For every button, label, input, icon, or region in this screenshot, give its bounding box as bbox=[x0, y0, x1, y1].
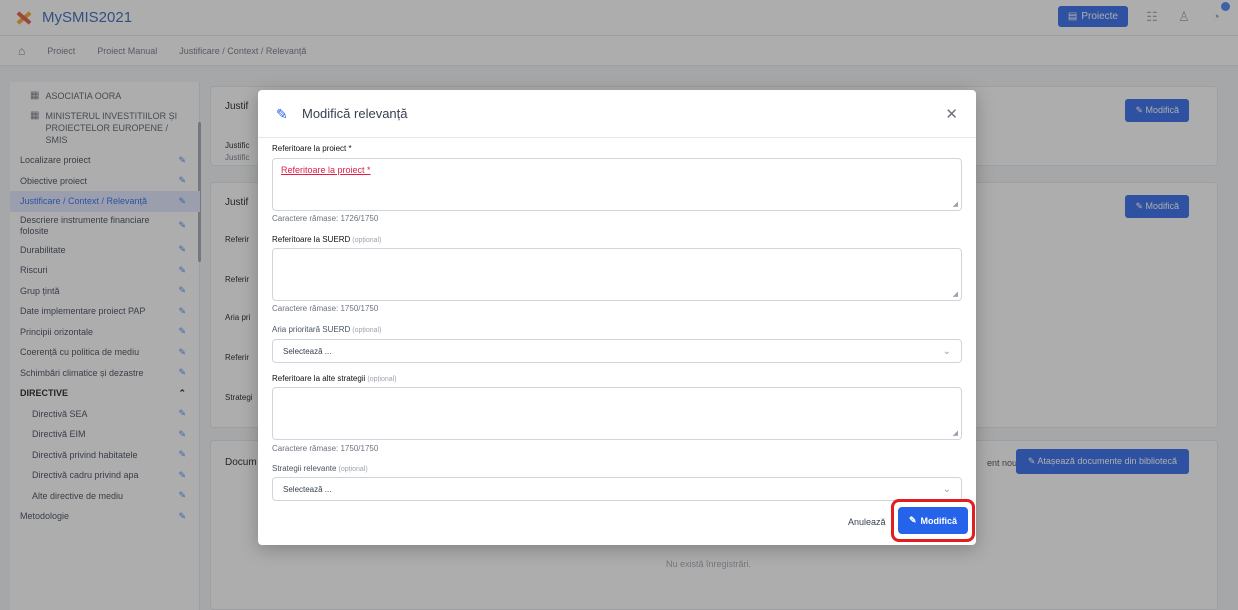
label-text: Referitoare la alte strategii bbox=[272, 374, 366, 383]
label-text: Strategii relevante bbox=[272, 464, 337, 473]
edit-icon: ✎ bbox=[908, 515, 917, 525]
chevron-down-icon: ⌄ bbox=[942, 483, 951, 495]
char-counter: Caractere rămase: 1750/1750 bbox=[272, 304, 379, 313]
optional-tag: (opțional) bbox=[367, 376, 397, 383]
field-label-strategii-relevante: Strategii relevante (opțional) bbox=[272, 464, 368, 473]
submit-modify-button[interactable]: ✎ Modifică bbox=[898, 507, 968, 534]
select-value: Selectează ... bbox=[283, 484, 332, 494]
cancel-label: Anulează bbox=[848, 517, 886, 527]
label-text: Referitoare la SUERD bbox=[272, 235, 351, 244]
resize-handle-icon[interactable]: ◢ bbox=[953, 429, 958, 437]
modal-header: ✎ Modifică relevanță ✕ bbox=[258, 90, 976, 138]
textarea-value: Referitoare la proiect * bbox=[281, 165, 371, 175]
field-label-suerd: Referitoare la SUERD (opțional) bbox=[272, 235, 381, 244]
submit-label: Modifică bbox=[920, 515, 958, 526]
char-counter: Caractere rămase: 1750/1750 bbox=[272, 444, 379, 453]
optional-tag: (opțional) bbox=[338, 466, 368, 473]
strategii-relevante-select[interactable]: Selectează ... ⌄ bbox=[272, 477, 962, 501]
strategii-textarea[interactable]: ◢ bbox=[272, 387, 962, 440]
select-value: Selectează ... bbox=[283, 346, 332, 356]
close-icon[interactable]: ✕ bbox=[945, 105, 958, 123]
label-text: Aria prioritară SUERD bbox=[272, 325, 351, 334]
modal-title: Modifică relevanță bbox=[302, 106, 408, 121]
field-label-strategii: Referitoare la alte strategii (opțional) bbox=[272, 374, 397, 383]
label-text: Referitoare la proiect * bbox=[272, 144, 352, 153]
optional-tag: (opțional) bbox=[352, 237, 382, 244]
proiect-textarea[interactable]: Referitoare la proiect * ◢ bbox=[272, 158, 962, 211]
resize-handle-icon[interactable]: ◢ bbox=[953, 200, 958, 208]
chevron-down-icon: ⌄ bbox=[942, 345, 951, 357]
char-counter: Caractere rămase: 1726/1750 bbox=[272, 214, 379, 223]
optional-tag: (opțional) bbox=[352, 327, 382, 334]
edit-icon: ✎ bbox=[276, 105, 288, 122]
resize-handle-icon[interactable]: ◢ bbox=[953, 290, 958, 298]
edit-relevance-modal: ✎ Modifică relevanță ✕ Referitoare la pr… bbox=[258, 90, 976, 545]
suerd-textarea[interactable]: ◢ bbox=[272, 248, 962, 301]
field-label-aria: Aria prioritară SUERD (opțional) bbox=[272, 325, 381, 334]
field-label-proiect: Referitoare la proiect * bbox=[272, 144, 352, 153]
aria-prioritara-select[interactable]: Selectează ... ⌄ bbox=[272, 339, 962, 363]
cancel-button[interactable]: Anulează bbox=[842, 510, 892, 534]
